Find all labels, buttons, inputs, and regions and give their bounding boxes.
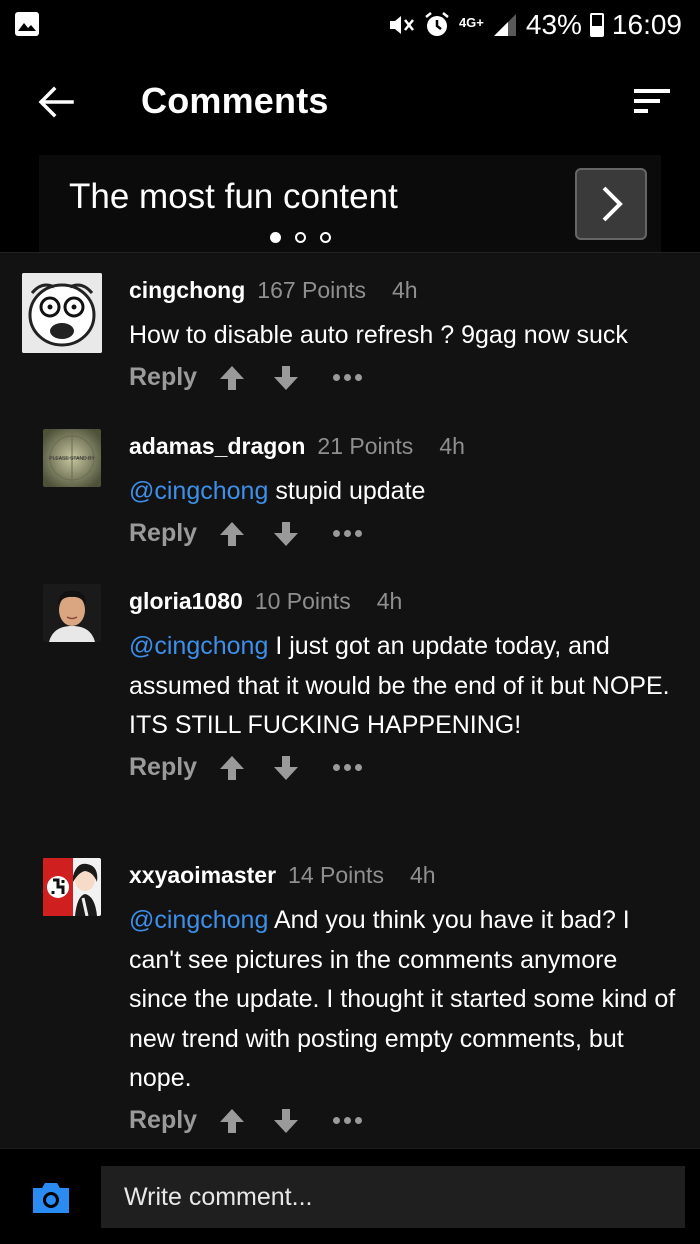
comment-meta: xxyaoimaster 14 Points 4h (129, 862, 680, 892)
clock: 16:09 (611, 9, 682, 40)
mute-icon (389, 16, 414, 34)
downvote-icon[interactable] (271, 363, 301, 393)
upvote-icon[interactable] (217, 519, 247, 549)
more-options-icon[interactable] (329, 519, 365, 549)
avatar-text: PLEASE STAND BY (49, 456, 95, 462)
comment-text: @cingchong stupid update (129, 472, 680, 512)
image-icon (15, 12, 39, 36)
status-indicators: 4G+ 43% 16:09 (387, 6, 682, 44)
promo-banner[interactable]: The most fun content (39, 155, 661, 252)
comment-actions: Reply (129, 1101, 680, 1141)
pagination-dot-2[interactable] (295, 232, 306, 243)
more-options-icon[interactable] (329, 363, 365, 393)
upvote-icon[interactable] (217, 363, 247, 393)
comment-composer (0, 1148, 700, 1244)
avatar[interactable] (43, 858, 101, 916)
reply-button[interactable]: Reply (129, 1106, 197, 1135)
pagination-dots (270, 232, 331, 243)
comment-points: 10 Points (254, 588, 351, 614)
network-type: 4G+ (458, 15, 484, 30)
comment-points: 167 Points (257, 277, 366, 303)
comment-username[interactable]: cingchong (129, 277, 245, 303)
comment-actions: Reply (129, 514, 680, 554)
camera-icon[interactable] (30, 1180, 72, 1216)
comment-meta: cingchong 167 Points 4h (129, 277, 680, 307)
app-header: Comments (0, 50, 700, 155)
comment-time: 4h (439, 433, 465, 459)
battery-percent: 43% (525, 9, 582, 40)
comment-body: How to disable auto refresh ? 9gag now s… (129, 321, 628, 349)
comment-actions: Reply (129, 358, 680, 398)
battery-icon (589, 13, 604, 37)
pagination-dot-3[interactable] (320, 232, 331, 243)
pagination-dot-1[interactable] (270, 232, 281, 243)
comment-time: 4h (376, 588, 403, 614)
downvote-icon[interactable] (271, 519, 301, 549)
status-bar: 4G+ 43% 16:09 (0, 0, 700, 50)
please-stand-by-avatar-image: PLEASE STAND BY (43, 429, 101, 487)
reply-button[interactable]: Reply (129, 363, 197, 392)
comment-meta: gloria1080 10 Points 4h (129, 588, 680, 618)
avatar[interactable]: PLEASE STAND BY (43, 429, 101, 487)
comment-time: 4h (391, 277, 418, 303)
upvote-icon[interactable] (217, 1106, 247, 1136)
upvote-icon[interactable] (217, 753, 247, 783)
comment-text: How to disable auto refresh ? 9gag now s… (129, 316, 680, 356)
banner-next-button[interactable] (575, 168, 647, 240)
more-options-icon[interactable] (329, 753, 365, 783)
comment-actions: Reply (129, 748, 680, 788)
comment-text: @cingchong And you think you have it bad… (129, 901, 680, 1099)
alarm-icon (425, 12, 449, 36)
avatar[interactable] (43, 584, 101, 642)
back-button[interactable] (34, 80, 78, 124)
chevron-right-icon (602, 186, 623, 222)
banner-text: The most fun content (69, 177, 398, 216)
page-title: Comments (141, 80, 329, 121)
reply-button[interactable]: Reply (129, 519, 197, 548)
comment-mention[interactable]: @cingchong (129, 477, 268, 505)
reply-button[interactable]: Reply (129, 753, 197, 782)
rage-face-avatar-image (22, 273, 102, 353)
comment-input[interactable] (101, 1166, 685, 1228)
comment-body-line2: ITS STILL FUCKING HAPPENING! (129, 711, 522, 739)
comment-mention[interactable]: @cingchong (129, 632, 268, 660)
comment-time: 4h (409, 862, 436, 888)
comment-points: 21 Points (317, 433, 414, 459)
comment-username[interactable]: xxyaoimaster (129, 862, 276, 888)
comment-points: 14 Points (288, 862, 384, 888)
comment-list: cingchong 167 Points 4h How to disable aut… (0, 252, 700, 1148)
signal-icon (493, 14, 516, 36)
comment-mention[interactable]: @cingchong (129, 906, 268, 934)
comment-text: @cingchong I just got an update today, a… (129, 627, 680, 746)
downvote-icon[interactable] (271, 1106, 301, 1136)
sort-icon[interactable] (632, 84, 672, 118)
comment-username[interactable]: adamas_dragon (129, 433, 305, 459)
comment-body: stupid update (275, 477, 426, 505)
arrow-left-icon (38, 86, 74, 118)
anime-avatar-image (43, 858, 101, 916)
avatar[interactable] (22, 273, 102, 353)
person-avatar-image (43, 584, 101, 642)
more-options-icon[interactable] (329, 1106, 365, 1136)
downvote-icon[interactable] (271, 753, 301, 783)
comment-username[interactable]: gloria1080 (129, 588, 243, 614)
comment-meta: adamas_dragon 21 Points 4h (129, 433, 680, 463)
